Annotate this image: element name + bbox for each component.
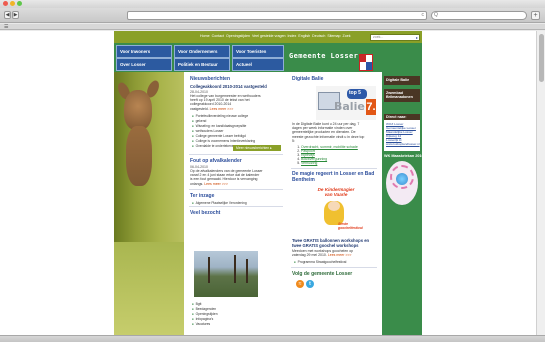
rss-icon[interactable]: ≈ [296,280,304,288]
browser-toolbar: ◀ ▶ c Q + [0,8,545,23]
menu-over-losser[interactable]: Over Losser [116,58,172,71]
news-body-line: vastgesteld. Lees meer >>> [190,106,234,111]
right-tab-digitale-balie[interactable]: Digitale Balie [384,76,420,85]
wk-title: WK Maaskriekan 2010 [384,154,424,158]
reload-icon[interactable]: c [422,12,425,19]
news-read-more-link[interactable]: Lees meer >>> [210,107,234,111]
status-bar [0,335,545,342]
direct-naar-title: Direct naar: [384,114,420,120]
utility-link[interactable]: Sitemap [327,34,340,38]
menu-voor-toeristen[interactable]: Voor Toeristen [232,45,284,58]
digitale-balie-banner[interactable]: Balie top 5 7. [316,86,376,120]
right-column: Digitale Balie Zwembad Brilmanadonen Dir… [382,72,424,335]
magie-body: Meedoen met workshops goochelen op zater… [292,249,354,258]
search-go-icon[interactable]: ▸ [416,35,418,40]
bezocht-item[interactable]: Vacatures [192,322,282,327]
deer-photo [114,72,184,335]
forward-arrow-icon[interactable]: ▶ [12,11,19,19]
divider [189,154,283,155]
direct-link[interactable]: www.kuikoplandlosser.nl [386,142,420,146]
browser-window: ◀ ▶ c Q + ☰ Home Contact Openingstijden Vee… [0,0,545,342]
utility-link[interactable]: Contact [212,34,224,38]
menu-voor-inwoners[interactable]: Voor Inwoners [116,45,172,58]
news-headline[interactable]: Collegeakkoord 2010-2014 vastgesteld [190,84,267,89]
utility-strip: Home Contact Openingstijden Veel gestelde v… [114,31,422,43]
bookmarks-icon[interactable]: ☰ [4,24,8,30]
site-search-placeholder: zoek... [373,35,384,39]
magie-program-link[interactable]: Programma Straatgoochelfestival [294,260,378,265]
magie-title: De magie regeert in Losser en Bad Benthe… [292,171,375,183]
browser-search-field[interactable]: Q [431,11,527,20]
balie-top5-list: Overdracht, sommir, mobiltie schade Pasp… [296,145,378,165]
more-news-button[interactable]: Meer nieuwsberichten ▸ [233,145,281,151]
crest-logo [359,54,373,71]
bezocht-title: Veel bezocht [190,210,221,216]
header-band: Voor Inwoners Voor Ondernemers Voor Toer… [114,43,422,72]
bookmarks-bar: ☰ [0,24,545,30]
gemeente-losser-site: Home Contact Openingstijden Veel gestelde v… [114,31,424,335]
back-arrow-icon[interactable]: ◀ [4,11,11,19]
wk-banner[interactable] [386,161,418,205]
news-section-title: Nieuwsberichten [190,76,231,82]
menu-voor-ondernemers[interactable]: Voor Ondernemers [174,45,230,58]
utility-link[interactable]: English [298,34,310,38]
main-column: Nieuwsberichten Collegeakkoord 2010-2014… [186,72,286,335]
page-viewport: Home Contact Openingstijden Veel gestelde v… [0,31,536,335]
twitter-icon[interactable]: t [306,280,314,288]
balie-title: Digitale Balie [292,76,324,82]
scrollbar-thumb[interactable] [539,34,544,82]
balie-body: In de Digitale Balie kunt u 24 uur per d… [292,122,365,143]
title-bar [0,0,545,8]
utility-nav: Home Contact Openingstijden Veel gestelde v… [200,34,353,38]
divider [291,168,377,169]
magie-read-more-link[interactable]: Lees meer >>> [328,253,352,257]
menu-politiek-en-bestuur[interactable]: Politiek en Bestuur [174,58,230,71]
news-bullets: Portefeuilleverdeling nieuwe college gek… [192,114,284,149]
vertical-scrollbar[interactable] [536,31,545,335]
magie-caption: Twee GRATIS ballonnen workshops en twee … [292,238,370,248]
garden-photo [194,251,258,297]
add-bookmark-button[interactable]: + [531,11,540,20]
afval-body: Op de afvalkalenders van de gemeente Los… [190,169,263,186]
afval-read-more-link[interactable]: Lees meer >>> [204,182,228,186]
direct-naar-box: Direct naar: WOZ Losser Gemeentelijke Lo… [384,114,420,151]
utility-link[interactable]: Home [200,34,210,38]
divider [291,267,377,268]
logo-text[interactable]: Gemeente Losser [289,52,358,60]
inzage-title: Ter inzage [190,193,215,199]
volg-title: Volg de gemeente Losser [292,271,353,277]
utility-link[interactable]: Index [288,34,297,38]
utility-link[interactable]: Zoek [343,34,351,38]
afval-title: Fout op afvalkalender [190,158,242,164]
utility-link[interactable]: Openingstijden [226,34,250,38]
address-bar[interactable]: c [127,11,427,20]
divider [189,206,283,207]
bezocht-list: Bgtt Beedagenden Openingstijden Infopagi… [192,302,282,327]
minimize-icon[interactable] [10,1,15,6]
utility-link[interactable]: Deutsch [312,34,325,38]
zoom-icon[interactable] [17,1,22,6]
divider [189,189,283,190]
mid-column: Digitale Balie Balie top 5 7. In de Digi… [288,72,380,335]
search-icon: Q [434,12,438,18]
wk-box: WK Maaskriekan 2010 [384,154,424,206]
close-icon[interactable] [3,1,8,6]
news-body: Het college van burgemeester en wethoude… [190,94,284,111]
magie-poster[interactable]: De Kindermagier van Vaarle Sieste gooche… [316,187,363,233]
menu-actueel[interactable]: Actueel [232,58,284,71]
balie-list-link[interactable]: Verhuizing [301,161,317,165]
right-tab-zwembad[interactable]: Zwembad Brilmanadonen [384,89,420,102]
site-search-input[interactable]: zoek... ▸ [370,34,420,41]
utility-link[interactable]: Veel gestelde vragen [252,34,286,38]
